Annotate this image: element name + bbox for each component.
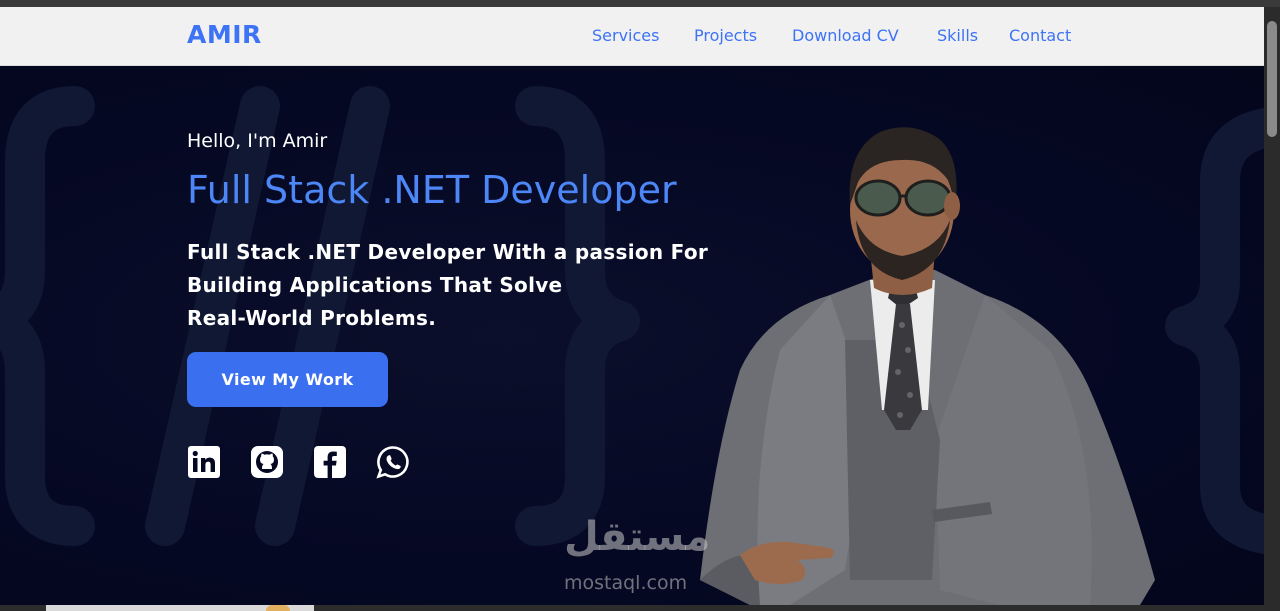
nav-link-contact[interactable]: Contact (1009, 26, 1071, 45)
nav-link-services[interactable]: Services (592, 26, 659, 45)
navbar: AMIR Services Projects Download CV Skill… (0, 7, 1264, 66)
watermark: مستقل mostaql.com (560, 506, 730, 605)
scrollbar-thumb[interactable] (1267, 21, 1277, 137)
nav-link-skills[interactable]: Skills (937, 26, 978, 45)
watermark-arabic-text: مستقل (564, 514, 711, 560)
tagline-line: Building Applications That Solve (187, 273, 563, 297)
hero-section: Hello, I'm Amir Full Stack .NET Develope… (0, 66, 1264, 605)
hero-title: Full Stack .NET Developer (187, 168, 677, 212)
tagline-line: Full Stack .NET Developer With a passion… (187, 240, 709, 264)
browser-top-strip (0, 0, 1280, 7)
view-my-work-button[interactable]: View My Work (187, 352, 388, 407)
watermark-latin-text: mostaql.com (564, 572, 688, 594)
hero-greeting: Hello, I'm Amir (187, 130, 328, 152)
nav-link-projects[interactable]: Projects (694, 26, 757, 45)
nav-links: Services Projects Download CV Skills Con… (0, 26, 1264, 50)
github-icon[interactable] (250, 445, 284, 479)
hero-tagline: Full Stack .NET Developer With a passion… (187, 236, 747, 335)
linkedin-icon[interactable] (187, 445, 221, 479)
tagline-line: Real-World Problems. (187, 306, 437, 330)
facebook-icon[interactable] (313, 445, 347, 479)
bottom-preview-dot (266, 605, 290, 611)
vertical-scrollbar[interactable] (1264, 7, 1280, 611)
nav-link-download-cv[interactable]: Download CV (792, 26, 899, 45)
whatsapp-icon[interactable] (376, 445, 410, 479)
profile-portrait (700, 127, 1155, 605)
